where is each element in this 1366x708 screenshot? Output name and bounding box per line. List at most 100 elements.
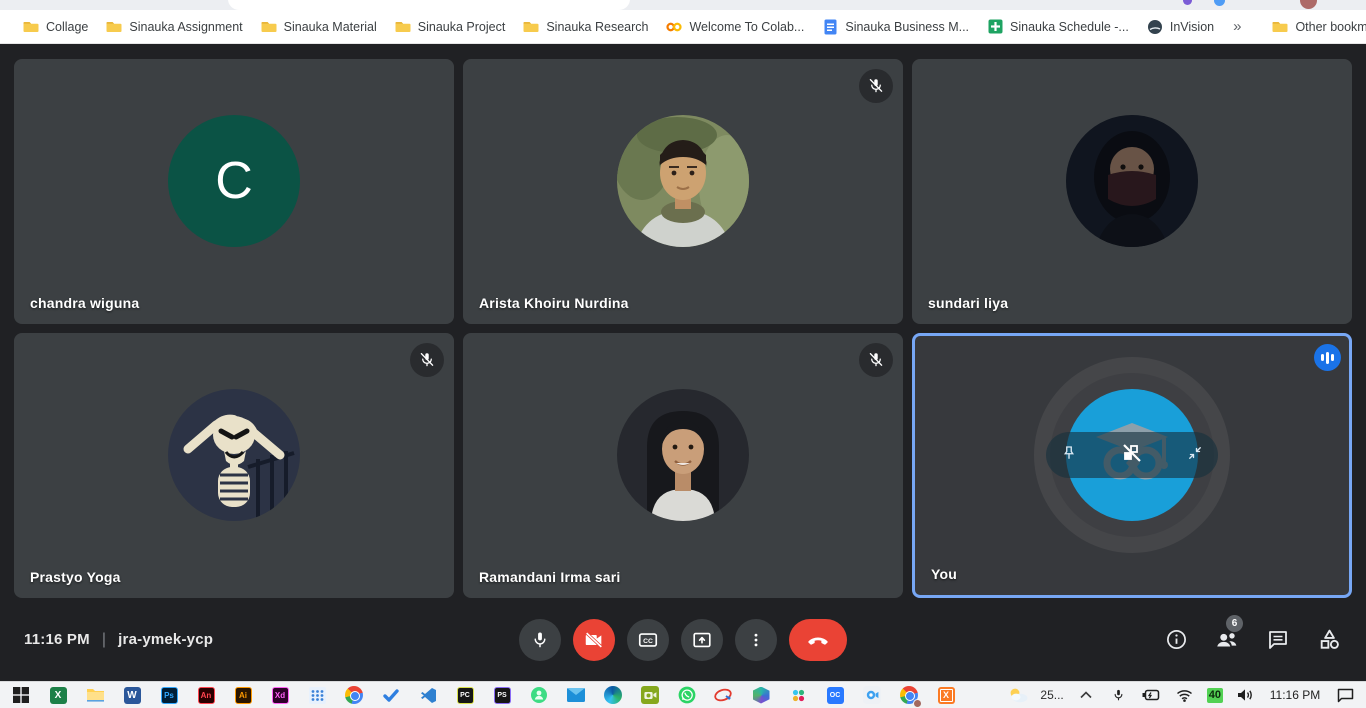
minimize-icon[interactable] <box>1186 444 1204 467</box>
bookmark-sinauka-project[interactable]: Sinauka Project <box>386 15 515 39</box>
participant-tile-arista[interactable]: Arista Khoiru Nurdina <box>463 59 903 324</box>
folder-icon <box>106 19 122 35</box>
folder-icon <box>23 19 39 35</box>
bookmark-label: Sinauka Material <box>284 20 377 34</box>
phpstorm-icon[interactable]: PS <box>491 684 513 706</box>
participant-tile-prastyo[interactable]: Prastyo Yoga <box>14 333 454 598</box>
other-bookmarks[interactable]: Other bookmarks <box>1263 15 1366 39</box>
participant-name: sundari liya <box>928 295 1008 311</box>
bookmark-collage[interactable]: Collage <box>14 15 97 39</box>
colab-infinity-icon <box>666 19 682 35</box>
weather-temp[interactable]: 25... <box>1040 688 1063 702</box>
folder-icon <box>395 19 411 35</box>
mic-off-icon <box>859 69 893 103</box>
screen-recorder-icon[interactable] <box>639 684 661 706</box>
system-tray: 25... 40 11:16 PM <box>1007 684 1362 706</box>
audio-level-indicator <box>1314 344 1341 371</box>
bookmark-label: Sinauka Research <box>546 20 648 34</box>
oc-app-icon[interactable]: OC <box>824 684 846 706</box>
hexagon-app-icon[interactable] <box>750 684 772 706</box>
meeting-code: jra-ymek-ycp <box>118 631 213 648</box>
check-app-icon[interactable] <box>380 684 402 706</box>
bookmark-label: Welcome To Colab... <box>689 20 804 34</box>
weather-icon[interactable] <box>1007 684 1029 706</box>
bookmark-sinauka-business[interactable]: Sinauka Business M... <box>813 15 978 39</box>
chrome-icon[interactable] <box>343 684 365 706</box>
adobe-xd-icon[interactable]: Xd <box>269 684 291 706</box>
bookmark-label: Sinauka Schedule -... <box>1010 20 1129 34</box>
illustrator-icon[interactable]: Ai <box>232 684 254 706</box>
mic-button[interactable] <box>519 619 561 661</box>
avatar-photo <box>617 389 749 521</box>
captions-button[interactable]: CC <box>627 619 669 661</box>
volume-icon[interactable] <box>1234 684 1256 706</box>
hang-up-button[interactable] <box>789 619 847 661</box>
meet-panel-icons: 6 <box>1163 627 1342 653</box>
xampp-icon[interactable]: X <box>935 684 957 706</box>
word-icon[interactable]: W <box>121 684 143 706</box>
bookmarks-overflow-chevron[interactable]: » <box>1223 18 1251 35</box>
action-center-icon[interactable] <box>1334 684 1356 706</box>
excel-icon[interactable]: X <box>47 684 69 706</box>
present-screen-button[interactable] <box>681 619 723 661</box>
browser-top-strip <box>0 0 1366 10</box>
participant-tile-you[interactable]: You <box>912 333 1352 598</box>
wifi-icon[interactable] <box>1174 684 1196 706</box>
file-explorer-icon[interactable] <box>84 684 106 706</box>
profile-avatar[interactable] <box>1300 0 1317 9</box>
taskbar-clock[interactable]: 11:16 PM <box>1267 688 1323 702</box>
clock-text: 11:16 PM <box>24 631 90 648</box>
meeting-details-icon[interactable] <box>1163 627 1189 653</box>
bookmark-welcome-colab[interactable]: Welcome To Colab... <box>657 15 813 39</box>
edge-icon[interactable] <box>602 684 624 706</box>
calendar-app-icon[interactable] <box>306 684 328 706</box>
chrome-active-icon[interactable] <box>898 684 920 706</box>
battery-plug-icon[interactable] <box>1141 684 1163 706</box>
extension-icon[interactable] <box>1183 0 1192 5</box>
bookmark-label: Sinauka Business M... <box>845 20 969 34</box>
extension-icon[interactable] <box>1214 0 1225 6</box>
red-swirl-app-icon[interactable] <box>713 684 735 706</box>
more-options-button[interactable] <box>735 619 777 661</box>
bookmark-sinauka-research[interactable]: Sinauka Research <box>514 15 657 39</box>
whatsapp-icon[interactable] <box>676 684 698 706</box>
google-meet-main: C chandra wiguna <box>0 44 1366 681</box>
camera-app-icon[interactable] <box>861 684 883 706</box>
participants-icon[interactable]: 6 <box>1214 627 1240 653</box>
bookmark-label: Sinauka Project <box>418 20 506 34</box>
address-bar-partial[interactable] <box>228 0 630 10</box>
mic-off-icon <box>410 343 444 377</box>
participant-tile-ramandani[interactable]: Ramandani Irma sari <box>463 333 903 598</box>
colorful-flower-icon[interactable] <box>787 684 809 706</box>
chrome-profile-badge <box>913 699 922 708</box>
vscode-icon[interactable] <box>417 684 439 706</box>
start-button[interactable] <box>10 684 32 706</box>
taskbar-apps: X W Ps An Ai Xd PC PS <box>10 684 957 706</box>
tray-mic-icon[interactable] <box>1108 684 1130 706</box>
globe-icon <box>1147 19 1163 35</box>
bookmark-label: Sinauka Assignment <box>129 20 242 34</box>
activities-icon[interactable] <box>1316 627 1342 653</box>
windows-taskbar: X W Ps An Ai Xd PC PS <box>0 681 1366 708</box>
tray-expand-chevron[interactable] <box>1075 684 1097 706</box>
pin-icon[interactable] <box>1060 444 1078 467</box>
bookmark-invision[interactable]: InVision <box>1138 15 1223 39</box>
pycharm-icon[interactable]: PC <box>454 684 476 706</box>
mic-off-icon <box>859 343 893 377</box>
meet-bottom-bar: 11:16 PM | jra-ymek-ycp CC <box>0 598 1366 681</box>
camera-off-overlay-icon[interactable] <box>1120 441 1144 470</box>
bookmark-sinauka-material[interactable]: Sinauka Material <box>252 15 386 39</box>
android-emulator-icon[interactable] <box>528 684 550 706</box>
animate-icon[interactable]: An <box>195 684 217 706</box>
photoshop-icon[interactable]: Ps <box>158 684 180 706</box>
bookmark-sinauka-assignment[interactable]: Sinauka Assignment <box>97 15 251 39</box>
participant-tile-sundari[interactable]: sundari liya <box>912 59 1352 324</box>
participant-name: Ramandani Irma sari <box>479 569 621 585</box>
chat-icon[interactable] <box>1265 627 1291 653</box>
mail-icon[interactable] <box>565 684 587 706</box>
battery-percent-badge[interactable]: 40 <box>1207 688 1223 703</box>
camera-off-button[interactable] <box>573 619 615 661</box>
folder-icon <box>1272 19 1288 35</box>
participant-tile-chandra[interactable]: C chandra wiguna <box>14 59 454 324</box>
bookmark-sinauka-schedule[interactable]: Sinauka Schedule -... <box>978 15 1138 39</box>
